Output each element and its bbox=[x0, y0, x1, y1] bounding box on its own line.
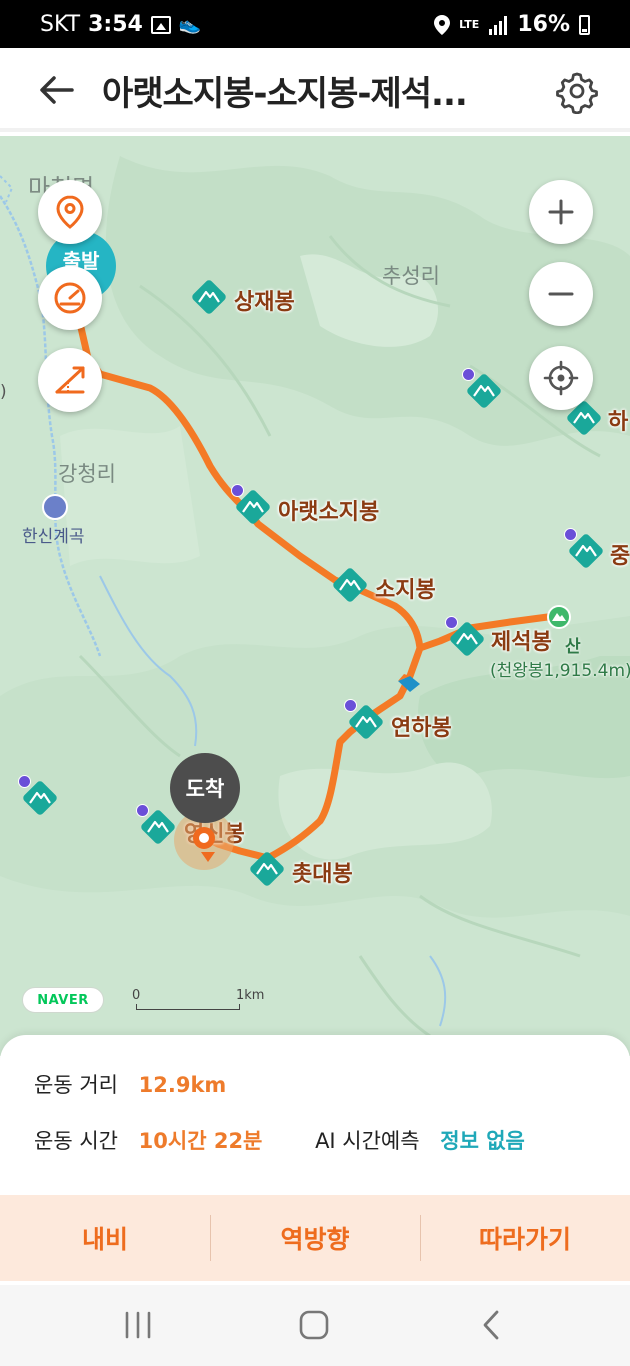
distance-row: 운동 거리 12.9km bbox=[34, 1069, 226, 1099]
time-row: 운동 시간 10시간 22분 AI 시간예측 정보 없음 bbox=[34, 1125, 525, 1155]
peak-badge-jung bbox=[564, 528, 577, 541]
location-status-icon bbox=[434, 14, 451, 35]
reverse-button[interactable]: 역방향 bbox=[210, 1195, 420, 1281]
heading-arrow-icon bbox=[201, 852, 215, 862]
network-type: LTE bbox=[459, 17, 480, 31]
battery-percent: 16% bbox=[517, 12, 570, 37]
valley-marker[interactable] bbox=[42, 494, 68, 520]
ai-estimate-value: 정보 없음 bbox=[440, 1129, 525, 1153]
village-label-chuseong: 추성리 bbox=[382, 264, 440, 288]
peak-badge-jeseok bbox=[445, 616, 458, 629]
peak-icon-chotdae[interactable] bbox=[248, 850, 286, 888]
peak-badge-unnamed-2 bbox=[18, 775, 31, 788]
naver-logo: NAVER bbox=[22, 987, 104, 1013]
offscreen-label-fragment: ) bbox=[0, 382, 7, 402]
action-bar: 내비 역방향 따라가기 bbox=[0, 1195, 630, 1281]
location-pin-button[interactable] bbox=[38, 180, 102, 244]
my-location-button[interactable] bbox=[529, 346, 593, 410]
elevation-button[interactable] bbox=[38, 348, 102, 412]
peak-badge-araet-soji bbox=[231, 484, 244, 497]
back-arrow-icon bbox=[40, 76, 74, 104]
peak-label-jung: 중 bbox=[610, 544, 630, 569]
time-value: 10시간 22분 bbox=[138, 1129, 263, 1153]
gallery-notification-icon bbox=[150, 15, 171, 34]
settings-button[interactable] bbox=[554, 68, 600, 115]
signal-icon bbox=[489, 15, 508, 35]
settings-gear-icon bbox=[556, 72, 598, 115]
peak-label-yeonha: 연하봉 bbox=[391, 716, 452, 741]
zoom-out-icon bbox=[548, 292, 574, 296]
peak-icon-soji[interactable] bbox=[331, 566, 369, 604]
peak-badge-unnamed-1 bbox=[462, 368, 475, 381]
scale-end-label: 1km bbox=[236, 988, 265, 1003]
recent-apps-icon[interactable] bbox=[118, 1307, 158, 1343]
valley-label-hansin: 한신계곡 bbox=[22, 527, 85, 547]
map-scale: 0 1km bbox=[132, 988, 264, 1010]
current-location-marker[interactable] bbox=[193, 827, 215, 849]
speed-button[interactable] bbox=[38, 266, 102, 330]
navi-button[interactable]: 내비 bbox=[0, 1195, 210, 1281]
distance-value: 12.9km bbox=[138, 1073, 227, 1097]
peak-label-chotdae: 촛대봉 bbox=[292, 862, 353, 887]
arrive-marker[interactable]: 도착 bbox=[170, 753, 240, 823]
home-icon[interactable] bbox=[294, 1307, 334, 1343]
elevation-icon bbox=[55, 366, 85, 394]
follow-button[interactable]: 따라가기 bbox=[420, 1195, 630, 1281]
clock-text: 3:54 bbox=[88, 12, 143, 37]
shoe-notification-icon: 👟 bbox=[178, 14, 202, 35]
map-view[interactable]: 마천면 추성리 강청리 한신계곡 ) 상재봉 하 아랫소지봉 중 소지봉 제석봉… bbox=[0, 136, 630, 1056]
back-button[interactable] bbox=[36, 68, 80, 112]
zoom-out-button[interactable] bbox=[529, 262, 593, 326]
route-info-sheet: 운동 거리 12.9km 운동 시간 10시간 22분 AI 시간예측 정보 없… bbox=[0, 1035, 630, 1285]
ai-estimate-label: AI 시간예측 bbox=[315, 1129, 420, 1153]
zoom-in-button[interactable] bbox=[529, 180, 593, 244]
summit-name-suffix: 산 bbox=[565, 637, 581, 657]
peak-label-sangjae: 상재봉 bbox=[234, 290, 295, 315]
scale-bar bbox=[136, 1004, 240, 1010]
status-bar: SKT 3:54 👟 LTE 16% bbox=[0, 0, 630, 48]
system-nav-bar bbox=[0, 1285, 630, 1366]
arrive-label: 도착 bbox=[185, 777, 225, 801]
my-location-icon bbox=[543, 360, 579, 396]
peak-icon-sangjae[interactable] bbox=[190, 278, 228, 316]
summit-detail: (천왕봉1,915.4m) bbox=[490, 661, 630, 681]
speedometer-icon bbox=[54, 282, 86, 314]
location-pin-icon bbox=[56, 195, 84, 229]
peak-badge-yeongsin bbox=[136, 804, 149, 817]
zoom-in-icon bbox=[548, 199, 574, 225]
peak-label-soji: 소지봉 bbox=[375, 578, 436, 603]
peak-label-ha: 하 bbox=[608, 410, 629, 435]
time-label: 운동 시간 bbox=[34, 1129, 118, 1153]
summit-icon bbox=[552, 613, 566, 621]
village-label-gangcheong: 강청리 bbox=[58, 462, 116, 486]
distance-label: 운동 거리 bbox=[34, 1073, 118, 1097]
carrier-text: SKT bbox=[40, 12, 81, 37]
battery-icon bbox=[579, 14, 590, 35]
page-title: 아랫소지봉-소지봉-제석... bbox=[102, 74, 468, 114]
peak-badge-yeonha bbox=[344, 699, 357, 712]
system-back-icon[interactable] bbox=[472, 1307, 512, 1343]
peak-label-araet-soji: 아랫소지봉 bbox=[278, 500, 380, 525]
app-header: 아랫소지봉-소지봉-제석... bbox=[0, 48, 630, 132]
peak-label-jeseok: 제석봉 bbox=[491, 630, 552, 655]
scale-start-label: 0 bbox=[132, 988, 141, 1003]
